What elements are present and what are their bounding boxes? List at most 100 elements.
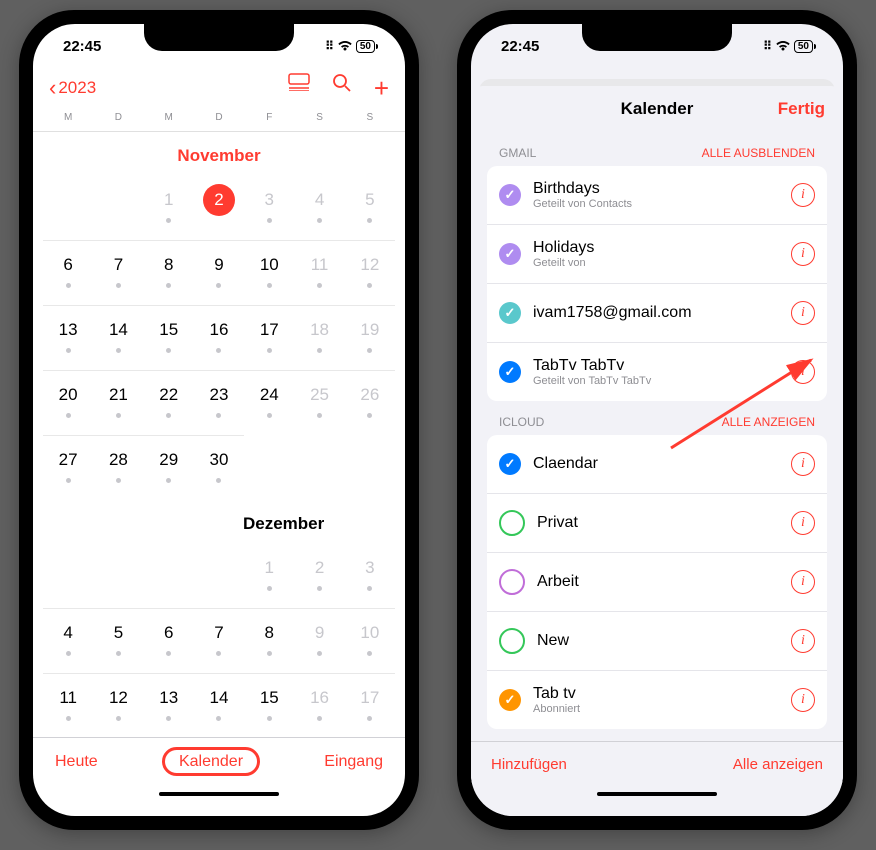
done-button[interactable]: Fertig <box>778 99 825 119</box>
checkbox[interactable] <box>499 569 525 595</box>
calendar-scroll[interactable]: November12345678910111213141516171819202… <box>33 132 405 737</box>
search-icon[interactable] <box>332 73 352 104</box>
day-cell[interactable]: 13 <box>43 305 93 370</box>
event-dot <box>317 413 322 418</box>
info-icon[interactable]: i <box>791 511 815 535</box>
calendar-row[interactable]: HolidaysGeteilt voni <box>487 225 827 284</box>
day-cell[interactable]: 4 <box>294 176 344 240</box>
calendar-row[interactable]: BirthdaysGeteilt von Contactsi <box>487 166 827 225</box>
day-cell[interactable]: 2 <box>194 176 244 240</box>
day-cell[interactable]: 30 <box>194 435 244 500</box>
day-cell[interactable]: 19 <box>345 305 395 370</box>
checkbox[interactable] <box>499 243 521 265</box>
day-number: 2 <box>304 552 336 584</box>
day-cell[interactable]: 14 <box>194 673 244 737</box>
day-cell[interactable]: 9 <box>294 608 344 673</box>
calendar-row[interactable]: ivam1758@gmail.comi <box>487 284 827 343</box>
day-cell[interactable]: 23 <box>194 370 244 435</box>
day-cell[interactable]: 29 <box>144 435 194 500</box>
day-cell[interactable]: 16 <box>294 673 344 737</box>
day-cell[interactable]: 15 <box>144 305 194 370</box>
day-cell[interactable]: 13 <box>144 673 194 737</box>
info-icon[interactable]: i <box>791 183 815 207</box>
show-all-button[interactable]: Alle anzeigen <box>733 756 823 773</box>
checkbox[interactable] <box>499 453 521 475</box>
day-cell[interactable]: 6 <box>144 608 194 673</box>
day-cell[interactable]: 12 <box>93 673 143 737</box>
checkbox[interactable] <box>499 361 521 383</box>
day-cell[interactable]: 10 <box>244 240 294 305</box>
calendars-button[interactable]: Kalender <box>162 747 260 776</box>
back-button[interactable]: ‹ 2023 <box>49 75 96 101</box>
day-number: 9 <box>304 617 336 649</box>
calendar-row[interactable]: Claendari <box>487 435 827 494</box>
info-icon[interactable]: i <box>791 688 815 712</box>
day-cell[interactable]: 17 <box>244 305 294 370</box>
day-cell[interactable]: 14 <box>93 305 143 370</box>
day-cell[interactable]: 8 <box>144 240 194 305</box>
checkbox[interactable] <box>499 302 521 324</box>
calendar-row[interactable]: Newi <box>487 612 827 671</box>
day-cell[interactable]: 7 <box>194 608 244 673</box>
day-cell[interactable]: 10 <box>345 608 395 673</box>
month-label: November <box>43 132 395 176</box>
day-cell[interactable]: 11 <box>43 673 93 737</box>
checkbox[interactable] <box>499 628 525 654</box>
day-cell[interactable]: 15 <box>244 673 294 737</box>
day-cell[interactable]: 18 <box>294 305 344 370</box>
home-indicator[interactable] <box>471 786 843 816</box>
day-cell[interactable]: 3 <box>244 176 294 240</box>
day-cell[interactable]: 4 <box>43 608 93 673</box>
today-button[interactable]: Heute <box>55 753 98 771</box>
inbox-button[interactable]: Eingang <box>324 753 383 771</box>
calendar-title: Tab tv <box>533 685 791 703</box>
checkbox[interactable] <box>499 510 525 536</box>
checkbox[interactable] <box>499 184 521 206</box>
day-cell[interactable]: 1 <box>244 544 294 608</box>
calendar-list[interactable]: GMAILALLE AUSBLENDENBirthdaysGeteilt von… <box>471 132 843 741</box>
home-indicator[interactable] <box>33 786 405 816</box>
event-dot <box>317 651 322 656</box>
day-cell[interactable]: 28 <box>93 435 143 500</box>
day-cell[interactable]: 3 <box>345 544 395 608</box>
day-cell[interactable]: 27 <box>43 435 93 500</box>
day-number: 14 <box>203 682 235 714</box>
calendar-row[interactable]: Tab tvAbonnierti <box>487 671 827 729</box>
day-cell[interactable]: 12 <box>345 240 395 305</box>
info-icon[interactable]: i <box>791 301 815 325</box>
day-cell[interactable]: 22 <box>144 370 194 435</box>
day-cell[interactable]: 5 <box>345 176 395 240</box>
event-dot <box>216 478 221 483</box>
day-cell[interactable]: 7 <box>93 240 143 305</box>
checkbox[interactable] <box>499 689 521 711</box>
day-cell[interactable]: 24 <box>244 370 294 435</box>
calendar-row[interactable]: TabTv TabTvGeteilt von TabTv TabTvi <box>487 343 827 401</box>
add-calendar-button[interactable]: Hinzufügen <box>491 756 567 773</box>
day-cell[interactable]: 17 <box>345 673 395 737</box>
info-icon[interactable]: i <box>791 629 815 653</box>
info-icon[interactable]: i <box>791 360 815 384</box>
add-icon[interactable]: + <box>374 73 389 104</box>
day-cell[interactable]: 20 <box>43 370 93 435</box>
day-cell[interactable]: 1 <box>144 176 194 240</box>
day-cell[interactable]: 26 <box>345 370 395 435</box>
day-cell[interactable]: 5 <box>93 608 143 673</box>
day-number: 19 <box>354 314 386 346</box>
list-view-icon[interactable] <box>288 73 310 104</box>
calendar-title: Privat <box>537 514 791 532</box>
day-cell[interactable]: 11 <box>294 240 344 305</box>
day-cell[interactable]: 9 <box>194 240 244 305</box>
info-icon[interactable]: i <box>791 242 815 266</box>
info-icon[interactable]: i <box>791 452 815 476</box>
day-cell[interactable]: 2 <box>294 544 344 608</box>
section-action[interactable]: ALLE AUSBLENDEN <box>702 146 815 160</box>
calendar-row[interactable]: Privati <box>487 494 827 553</box>
day-cell[interactable]: 16 <box>194 305 244 370</box>
calendar-row[interactable]: Arbeiti <box>487 553 827 612</box>
info-icon[interactable]: i <box>791 570 815 594</box>
day-cell[interactable]: 8 <box>244 608 294 673</box>
day-cell[interactable]: 25 <box>294 370 344 435</box>
section-action[interactable]: ALLE ANZEIGEN <box>722 415 815 429</box>
day-cell[interactable]: 21 <box>93 370 143 435</box>
day-cell[interactable]: 6 <box>43 240 93 305</box>
